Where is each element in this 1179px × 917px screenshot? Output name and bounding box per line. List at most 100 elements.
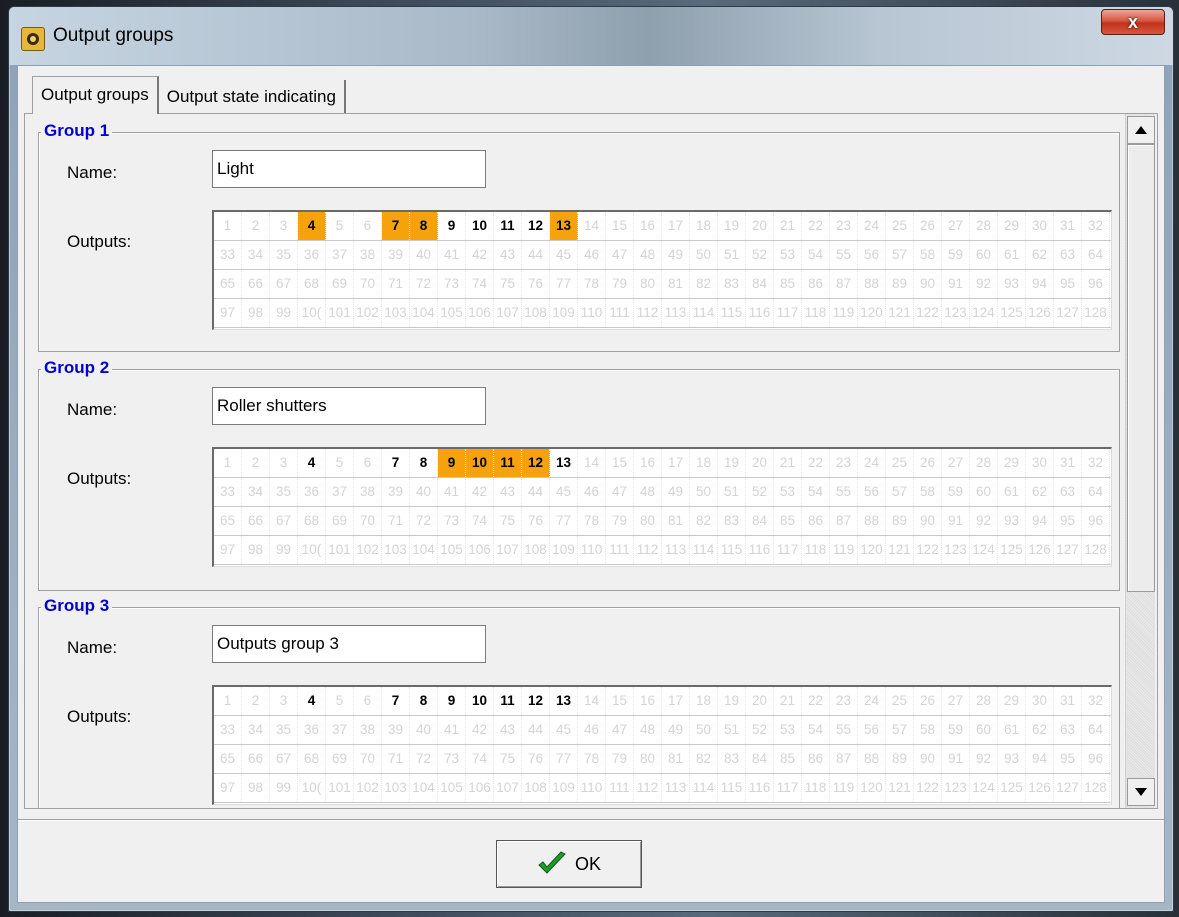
output-cell[interactable]: 30 [1026, 687, 1054, 715]
output-cell[interactable]: 51 [718, 478, 746, 506]
output-cell[interactable]: 127 [1054, 536, 1082, 564]
output-cell[interactable]: 12 [522, 687, 550, 715]
output-cell[interactable]: 43 [494, 478, 522, 506]
output-cell[interactable]: 70 [354, 507, 382, 535]
output-cell[interactable]: 97 [214, 774, 242, 802]
output-cell[interactable]: 55 [830, 478, 858, 506]
output-cell[interactable]: 111 [606, 536, 634, 564]
output-cell[interactable]: 96 [1082, 270, 1110, 298]
output-cell[interactable]: 94 [1026, 270, 1054, 298]
output-cell[interactable]: 6 [354, 687, 382, 715]
output-cell[interactable]: 72 [410, 745, 438, 773]
output-cell[interactable]: 78 [578, 270, 606, 298]
output-cell[interactable]: 108 [522, 774, 550, 802]
output-cell[interactable]: 62 [1026, 716, 1054, 744]
output-cell[interactable]: 18 [690, 212, 718, 240]
output-cell[interactable]: 104 [410, 774, 438, 802]
group-name-input[interactable] [212, 625, 486, 663]
output-cell[interactable]: 96 [1082, 745, 1110, 773]
output-cell[interactable]: 18 [690, 449, 718, 477]
output-cell[interactable]: 128 [1082, 536, 1110, 564]
output-cell[interactable]: 76 [522, 507, 550, 535]
output-cell[interactable]: 74 [466, 507, 494, 535]
output-cell[interactable]: 1 [214, 687, 242, 715]
output-cell[interactable]: 53 [774, 716, 802, 744]
output-cell[interactable]: 24 [858, 212, 886, 240]
output-cell[interactable]: 86 [802, 270, 830, 298]
output-cell[interactable]: 22 [802, 449, 830, 477]
output-cell[interactable]: 82 [690, 270, 718, 298]
output-cell[interactable]: 10( [298, 774, 326, 802]
output-cell[interactable]: 39 [382, 241, 410, 269]
output-cell[interactable]: 92 [970, 745, 998, 773]
output-cell[interactable]: 21 [774, 212, 802, 240]
output-cell[interactable]: 113 [662, 299, 690, 327]
output-cell[interactable]: 88 [858, 507, 886, 535]
output-cell[interactable]: 74 [466, 270, 494, 298]
output-cell[interactable]: 73 [438, 270, 466, 298]
output-cell[interactable]: 32 [1082, 212, 1110, 240]
output-cell[interactable]: 16 [634, 212, 662, 240]
output-cell[interactable]: 57 [886, 241, 914, 269]
output-cell[interactable]: 87 [830, 507, 858, 535]
output-cell[interactable]: 2 [242, 212, 270, 240]
output-cell[interactable]: 51 [718, 716, 746, 744]
output-cell[interactable]: 91 [942, 745, 970, 773]
output-cell[interactable]: 123 [942, 536, 970, 564]
output-cell[interactable]: 120 [858, 774, 886, 802]
output-cell[interactable]: 89 [886, 745, 914, 773]
output-cell[interactable]: 24 [858, 687, 886, 715]
output-cell[interactable]: 113 [662, 774, 690, 802]
output-cell[interactable]: 84 [746, 507, 774, 535]
group-name-input[interactable] [212, 150, 486, 188]
output-cell[interactable]: 121 [886, 299, 914, 327]
output-cell[interactable]: 98 [242, 536, 270, 564]
tab-output-state-indicating[interactable]: Output state indicating [158, 80, 346, 114]
output-cell[interactable]: 23 [830, 449, 858, 477]
output-cell[interactable]: 46 [578, 716, 606, 744]
output-cell[interactable]: 28 [970, 449, 998, 477]
output-cell[interactable]: 34 [242, 716, 270, 744]
output-cell[interactable]: 69 [326, 745, 354, 773]
output-cell[interactable]: 71 [382, 270, 410, 298]
output-cell[interactable]: 30 [1026, 449, 1054, 477]
output-cell[interactable]: 47 [606, 478, 634, 506]
output-cell[interactable]: 122 [914, 774, 942, 802]
output-cell[interactable]: 94 [1026, 745, 1054, 773]
output-cell[interactable]: 48 [634, 478, 662, 506]
output-cell[interactable]: 93 [998, 270, 1026, 298]
output-cell[interactable]: 57 [886, 478, 914, 506]
output-cell[interactable]: 76 [522, 745, 550, 773]
vertical-scrollbar[interactable] [1125, 114, 1155, 808]
output-cell[interactable]: 89 [886, 270, 914, 298]
output-cell[interactable]: 43 [494, 716, 522, 744]
output-cell[interactable]: 60 [970, 241, 998, 269]
output-cell[interactable]: 48 [634, 241, 662, 269]
output-cell[interactable]: 120 [858, 536, 886, 564]
output-cell[interactable]: 35 [270, 478, 298, 506]
output-cell[interactable]: 61 [998, 716, 1026, 744]
output-cell[interactable]: 105 [438, 774, 466, 802]
output-cell[interactable]: 9 [438, 687, 466, 715]
output-cell[interactable]: 46 [578, 478, 606, 506]
output-cell[interactable]: 49 [662, 716, 690, 744]
output-cell[interactable]: 99 [270, 299, 298, 327]
output-cell[interactable]: 119 [830, 774, 858, 802]
output-cell[interactable]: 90 [914, 270, 942, 298]
output-cell[interactable]: 23 [830, 687, 858, 715]
scroll-up-button[interactable] [1127, 116, 1155, 144]
output-cell[interactable]: 87 [830, 270, 858, 298]
output-cell[interactable]: 33 [214, 241, 242, 269]
output-cell[interactable]: 44 [522, 241, 550, 269]
output-cell[interactable]: 17 [662, 687, 690, 715]
output-cell[interactable]: 80 [634, 507, 662, 535]
output-cell[interactable]: 14 [578, 687, 606, 715]
ok-button[interactable]: OK [496, 840, 642, 888]
output-cell[interactable]: 36 [298, 716, 326, 744]
output-cell[interactable]: 83 [718, 745, 746, 773]
outputs-grid[interactable]: 1 2 3 4 5 6 7 8 9 10 11 12 13 14 15 16 17 18 19 20 21 22 23 24 2… [212, 447, 1112, 567]
scrollbar-thumb[interactable] [1127, 144, 1155, 592]
output-cell[interactable]: 128 [1082, 299, 1110, 327]
output-cell[interactable]: 40 [410, 478, 438, 506]
output-cell[interactable]: 27 [942, 449, 970, 477]
